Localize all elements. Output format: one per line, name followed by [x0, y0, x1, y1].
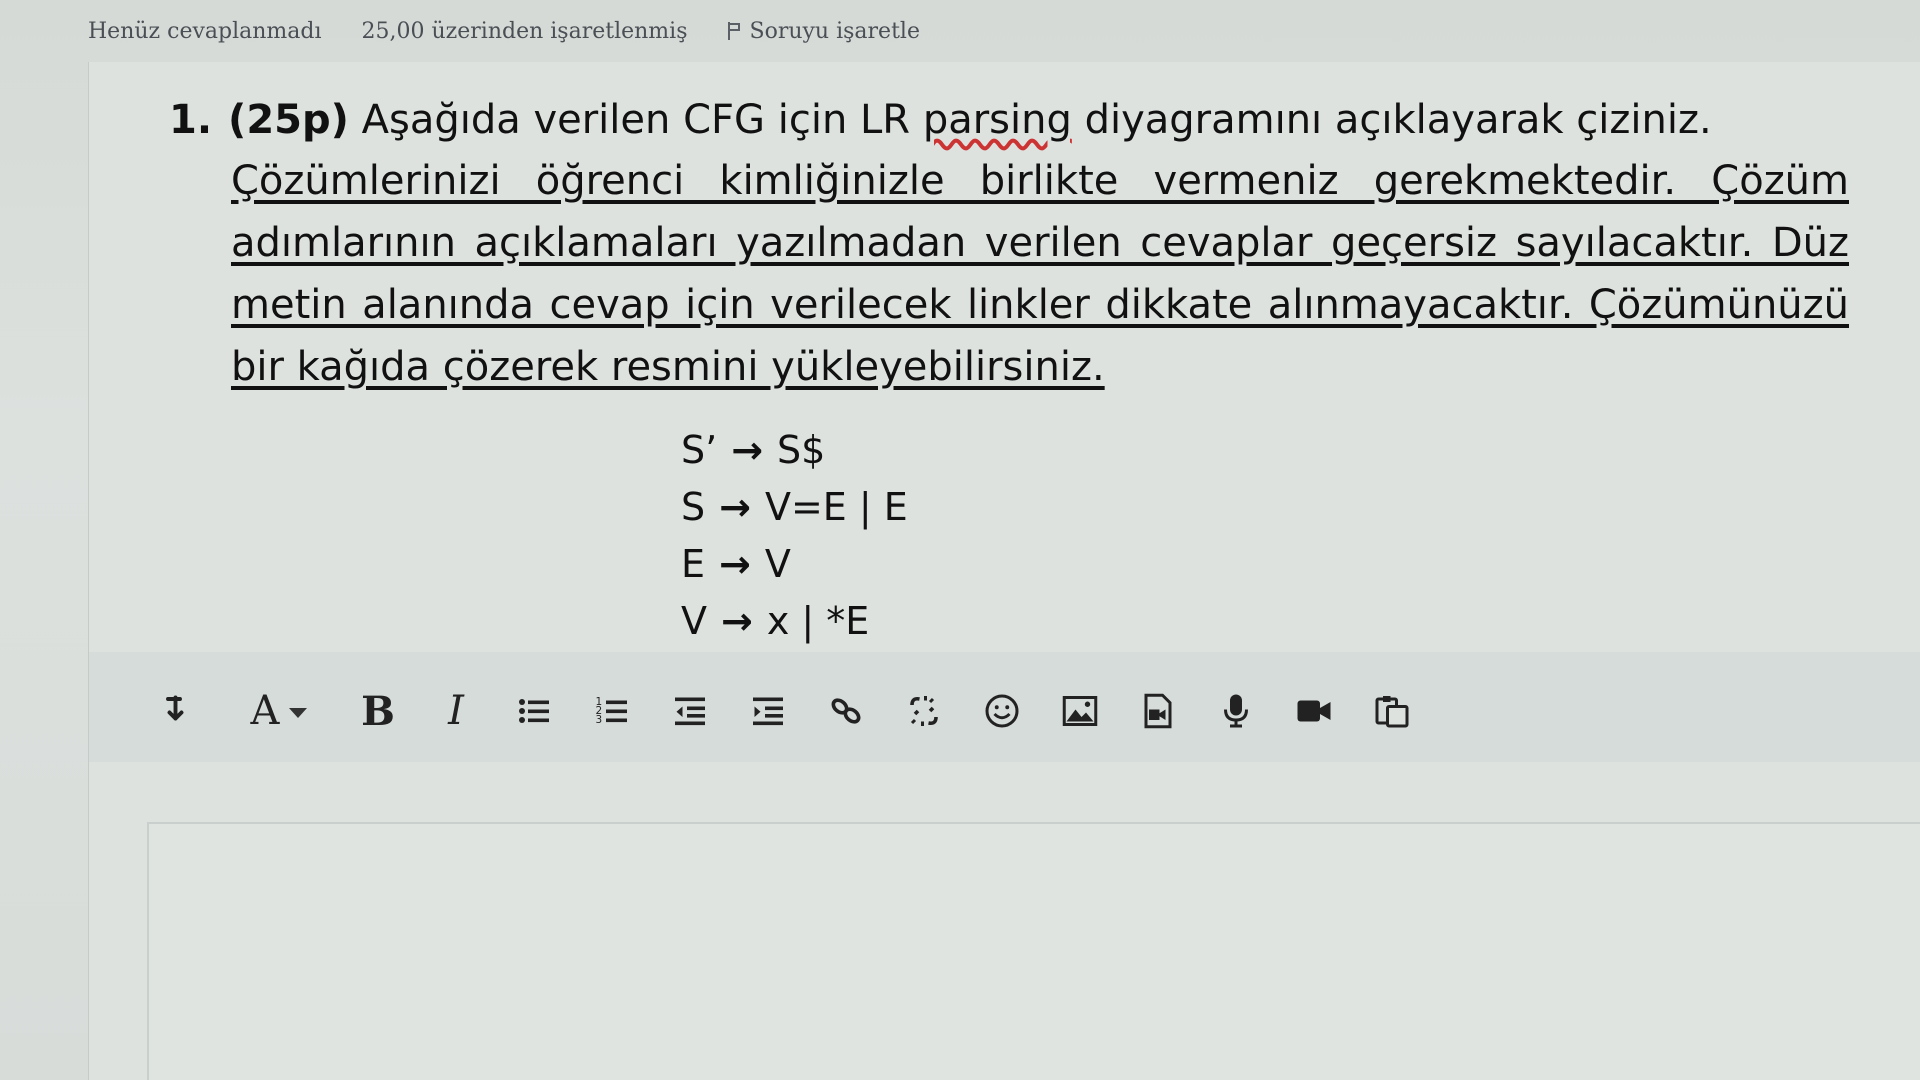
question-title-part1: Aşağıda verilen CFG için LR [361, 97, 911, 143]
bullet-list-icon [519, 699, 549, 723]
link-icon [831, 698, 861, 724]
flag-label: Soruyu işaretle [749, 18, 920, 44]
emoji-icon [985, 694, 1019, 728]
italic-icon: I [448, 688, 464, 734]
question-title: 1. (25p) Aşağıda verilen CFG için LR par… [169, 90, 1849, 150]
link-button[interactable] [807, 681, 885, 741]
paste-button[interactable] [1353, 681, 1431, 741]
flag-icon [727, 22, 742, 40]
answer-editor[interactable] [147, 822, 1920, 1080]
rule-lhs: S’ [681, 428, 718, 472]
microphone-icon [1224, 694, 1248, 728]
grammar-rule: S’ → S$ [681, 422, 908, 479]
answer-state: Henüz cevaplanmadı [88, 18, 322, 44]
bullet-list-button[interactable] [495, 681, 573, 741]
grammar-rule: E → V [681, 536, 908, 593]
numbered-list-button[interactable]: 1 2 3 [573, 681, 651, 741]
unlink-button[interactable] [885, 681, 963, 741]
question-instructions: Çözümlerinizi öğrenci kimliğinizle birli… [231, 158, 1849, 390]
question-points: (25p) [228, 97, 349, 143]
grammar-rules: S’ → S$ S → V=E | E E → V V → x | *E [681, 422, 908, 650]
emoji-button[interactable] [963, 681, 1041, 741]
collapse-toolbar-button[interactable] [141, 681, 219, 741]
record-audio-button[interactable] [1197, 681, 1275, 741]
font-color-button[interactable]: A [219, 681, 339, 741]
media-icon [1144, 693, 1172, 729]
question-text: 1. (25p) Aşağıda verilen CFG için LR par… [169, 90, 1849, 398]
question-title-part2: diyagramını açıklayarak çiziniz. [1084, 97, 1712, 143]
quiz-page: Henüz cevaplanmadı 25,00 üzerinden işare… [0, 0, 1920, 1080]
record-video-button[interactable] [1275, 681, 1353, 741]
indent-button[interactable] [729, 681, 807, 741]
svg-text:3: 3 [596, 714, 603, 726]
rule-rhs: V [764, 542, 791, 586]
rule-rhs: S$ [777, 428, 826, 472]
rule-rhs: V=E | E [764, 485, 908, 529]
editor-toolbar: A B I 1 2 3 [141, 676, 1431, 746]
bold-button[interactable]: B [339, 681, 417, 741]
grammar-rule: S → V=E | E [681, 479, 908, 536]
rule-arrow: → [721, 599, 753, 643]
question-status-bar: Henüz cevaplanmadı 25,00 üzerinden işare… [0, 0, 1920, 62]
bold-icon: B [361, 687, 395, 735]
flag-question-link[interactable]: Soruyu işaretle [727, 18, 920, 44]
question-panel: 1. (25p) Aşağıda verilen CFG için LR par… [88, 62, 1920, 1080]
insert-image-button[interactable] [1041, 681, 1119, 741]
rule-lhs: S [681, 485, 706, 529]
insert-media-button[interactable] [1119, 681, 1197, 741]
rule-lhs: E [681, 542, 706, 586]
image-icon [1062, 696, 1098, 726]
spellcheck-word: parsing [922, 97, 1072, 143]
indent-icon [753, 697, 783, 726]
font-color-icon: A [250, 688, 280, 734]
italic-button[interactable]: I [417, 681, 495, 741]
rule-arrow: → [731, 428, 764, 472]
video-icon [1297, 700, 1331, 722]
rule-arrow: → [719, 485, 751, 529]
grammar-rule: V → x | *E [681, 593, 908, 650]
numbered-list-icon: 1 2 3 [596, 696, 627, 726]
paste-icon [1375, 696, 1409, 728]
outdent-button[interactable] [651, 681, 729, 741]
collapse-icon [166, 695, 184, 721]
chevron-down-icon [289, 708, 308, 718]
outdent-icon [675, 697, 705, 726]
question-number: 1. [169, 97, 213, 143]
rule-lhs: V [681, 599, 707, 643]
rule-rhs: x | *E [766, 599, 870, 643]
rule-arrow: → [719, 542, 751, 586]
unlink-icon [910, 696, 938, 726]
grade-info: 25,00 üzerinden işaretlenmiş [361, 18, 688, 44]
